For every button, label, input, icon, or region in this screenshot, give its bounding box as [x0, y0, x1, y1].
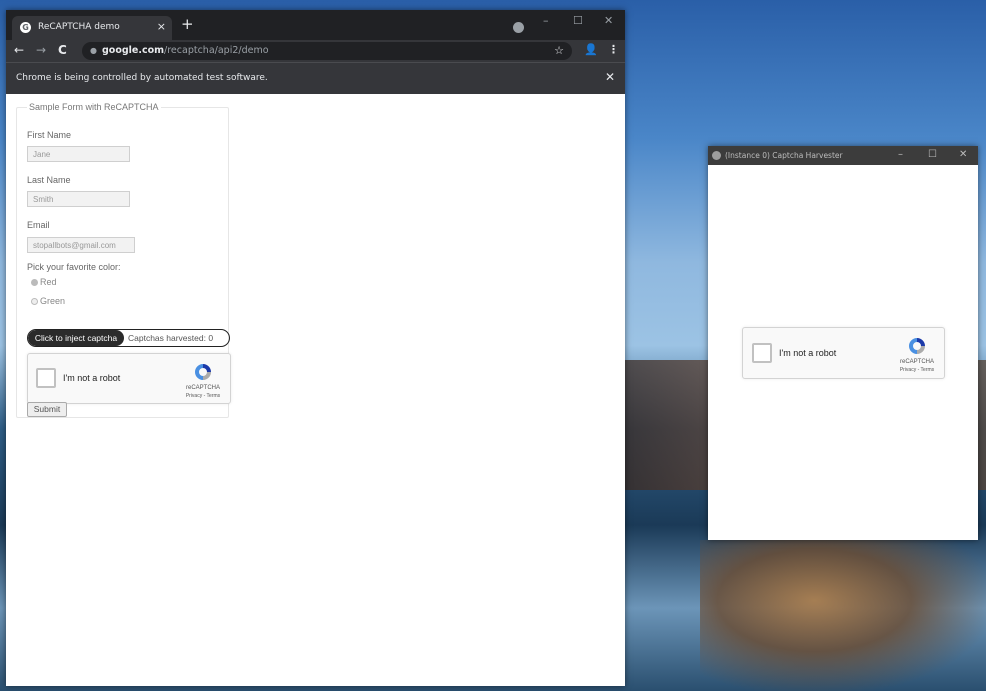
- radio-red-label: Red: [40, 277, 57, 287]
- harvester-close-button[interactable]: ✕: [959, 149, 967, 160]
- harvester-titlebar: (Instance 0) Captcha Harvester – ☐ ✕: [708, 146, 978, 165]
- reload-icon[interactable]: C: [58, 43, 67, 57]
- radio-red[interactable]: Red: [31, 277, 57, 287]
- radio-red-button[interactable]: [31, 279, 38, 286]
- harvester-recaptcha-brand: reCAPTCHA: [899, 359, 934, 365]
- first-name-label: First Name: [27, 130, 72, 140]
- google-favicon-icon: G: [20, 22, 31, 33]
- radio-green-label: Green: [40, 296, 66, 306]
- harvester-recaptcha-checkbox[interactable]: [752, 343, 772, 363]
- bookmark-star-icon[interactable]: ☆: [554, 42, 564, 60]
- tab-strip: G ReCAPTCHA demo × + – ☐ ✕: [6, 10, 625, 40]
- first-name-field[interactable]: Jane: [27, 146, 130, 162]
- harvester-recaptcha-label: I'm not a robot: [779, 348, 837, 358]
- inject-captcha-button[interactable]: Click to inject captcha: [28, 330, 124, 346]
- minimize-button[interactable]: –: [543, 14, 549, 27]
- profile-icon[interactable]: 👤: [584, 43, 598, 56]
- inject-captcha-control: Click to inject captcha Captchas harvest…: [27, 329, 230, 347]
- maximize-button[interactable]: ☐: [573, 14, 583, 27]
- harvester-recaptcha-legal[interactable]: Privacy - Terms: [892, 367, 942, 373]
- close-window-button[interactable]: ✕: [604, 14, 613, 27]
- tab-close-icon[interactable]: ×: [157, 20, 166, 33]
- url-text: google.com/recaptcha/api2/demo: [102, 45, 269, 56]
- extension-icon[interactable]: [513, 22, 524, 33]
- infobar-close-icon[interactable]: ✕: [605, 70, 615, 84]
- globe-icon: [712, 151, 721, 160]
- last-name-label: Last Name: [27, 175, 71, 185]
- menu-kebab-icon[interactable]: ⋮: [608, 43, 619, 56]
- forward-arrow-icon[interactable]: →: [36, 43, 46, 57]
- browser-toolbar: ← → C ● google.com/recaptcha/api2/demo ☆…: [6, 40, 625, 62]
- form-legend: Sample Form with ReCAPTCHA: [29, 102, 159, 112]
- color-label: Pick your favorite color:: [27, 262, 121, 272]
- recaptcha-checkbox[interactable]: [36, 368, 56, 388]
- lock-icon: ●: [90, 46, 97, 55]
- chrome-window: G ReCAPTCHA demo × + – ☐ ✕ ← → C ● googl…: [6, 10, 625, 686]
- captcha-harvester-window: (Instance 0) Captcha Harvester – ☐ ✕ I'm…: [708, 146, 978, 540]
- infobar-message: Chrome is being controlled by automated …: [16, 73, 268, 83]
- harvester-minimize-button[interactable]: –: [898, 149, 903, 160]
- harvest-count: Captchas harvested: 0: [128, 333, 214, 343]
- harvester-maximize-button[interactable]: ☐: [928, 149, 937, 160]
- recaptcha-widget: I'm not a robot reCAPTCHA Privacy - Term…: [27, 353, 231, 404]
- harvester-recaptcha-widget: I'm not a robot reCAPTCHA Privacy - Term…: [742, 327, 945, 379]
- wallpaper-reflection: [700, 540, 986, 691]
- recaptcha-logo-icon: [195, 364, 211, 380]
- harvester-title: (Instance 0) Captcha Harvester: [725, 151, 843, 160]
- tab-title: ReCAPTCHA demo: [38, 22, 120, 32]
- back-arrow-icon[interactable]: ←: [14, 43, 24, 57]
- radio-green-button[interactable]: [31, 298, 38, 305]
- recaptcha-logo-icon: [909, 338, 925, 354]
- recaptcha-brand: reCAPTCHA: [185, 385, 220, 391]
- radio-green[interactable]: Green: [31, 296, 65, 306]
- email-field[interactable]: stopallbots@gmail.com: [27, 237, 135, 253]
- submit-button[interactable]: Submit: [27, 402, 67, 417]
- page-content: Sample Form with ReCAPTCHA First Name Ja…: [6, 94, 625, 686]
- recaptcha-legal[interactable]: Privacy - Terms: [178, 393, 228, 399]
- new-tab-button[interactable]: +: [181, 17, 194, 32]
- recaptcha-label: I'm not a robot: [63, 373, 121, 383]
- tab-recaptcha-demo[interactable]: G ReCAPTCHA demo ×: [12, 16, 172, 40]
- address-bar[interactable]: ● google.com/recaptcha/api2/demo ☆: [82, 42, 572, 60]
- last-name-field[interactable]: Smith: [27, 191, 130, 207]
- email-label: Email: [27, 220, 50, 230]
- automation-infobar: Chrome is being controlled by automated …: [6, 62, 625, 94]
